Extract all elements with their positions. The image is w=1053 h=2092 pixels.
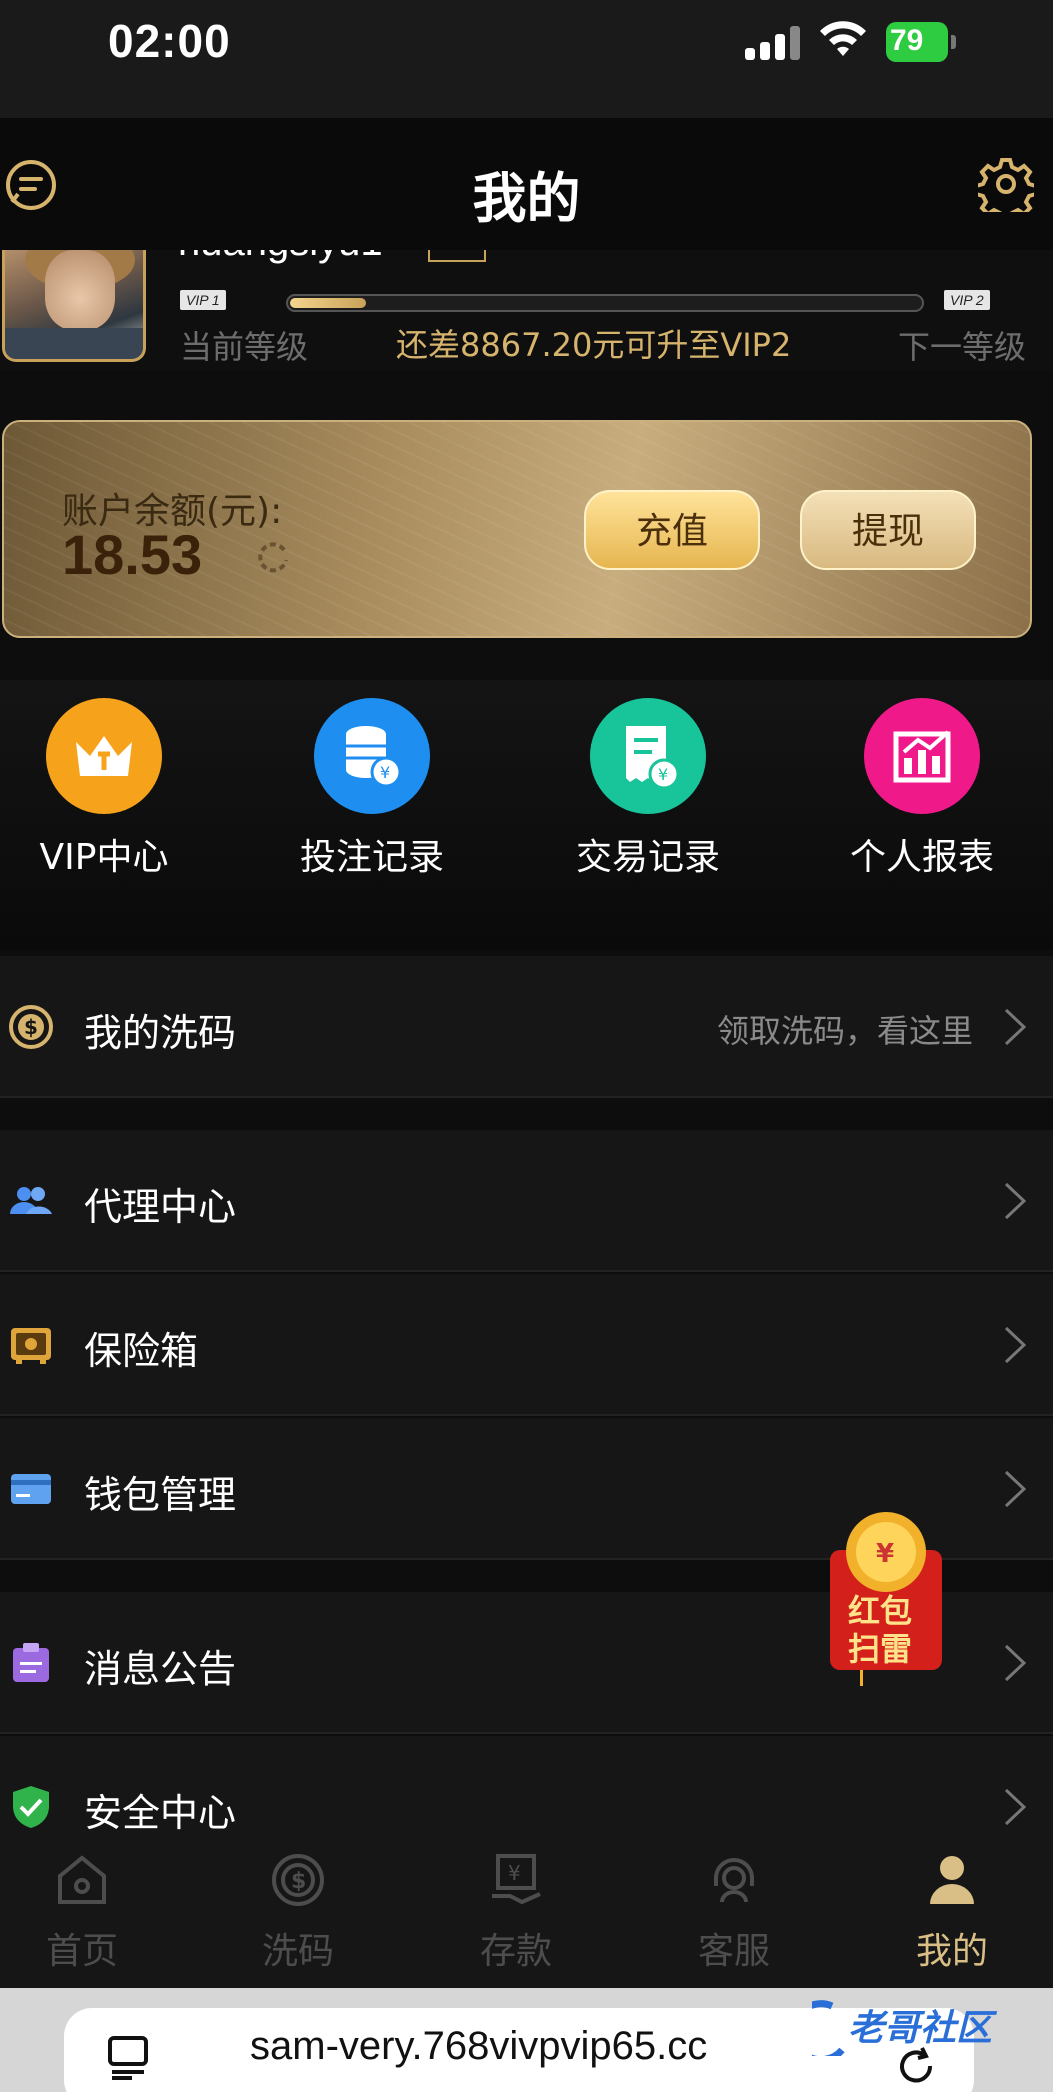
shield-check-icon — [13, 1786, 49, 1828]
next-vip-chip: VIP 2 — [944, 290, 990, 310]
quick-action-label: 投注记录 — [299, 837, 444, 878]
svg-text:$: $ — [24, 1015, 38, 1039]
chevron-right-icon — [1004, 1008, 1027, 1046]
vip-progress-fill — [290, 298, 367, 308]
svg-text:$: $ — [291, 1869, 306, 1894]
chart-icon — [864, 698, 980, 814]
headset-icon — [714, 1858, 754, 1903]
svg-text:¥: ¥ — [658, 765, 668, 784]
tab-label: 首页 — [45, 1931, 118, 1972]
menu-item-hint: 领取洗码，看这里 — [716, 1012, 973, 1050]
bottom-tab-bar: 首页 $ 洗码 ¥ 存款 客服 我的 — [0, 1830, 1053, 1988]
dollar-target-icon: $ — [272, 1854, 324, 1906]
tab-customer-service[interactable]: 客服 — [674, 1852, 794, 1974]
receipt-icon: ¥ — [590, 698, 706, 814]
tab-label: 客服 — [697, 1931, 770, 1972]
clipboard-icon — [13, 1643, 49, 1682]
safe-icon — [11, 1328, 51, 1364]
tab-label: 存款 — [479, 1931, 552, 1972]
chevron-right-icon — [1004, 1788, 1027, 1826]
balance-card: 账户余额(元): 18.53 充值 提现 — [2, 420, 1032, 638]
red-packet-label-top: 红包 — [848, 1592, 912, 1630]
menu-item-agent-center[interactable]: 代理中心 — [0, 1130, 1053, 1272]
menu-item-label: 消息公告 — [84, 1647, 237, 1691]
tab-label: 我的 — [915, 1931, 988, 1972]
menu-item-label: 我的洗码 — [84, 1011, 237, 1055]
menu-item-label: 安全中心 — [84, 1791, 237, 1835]
chevron-right-icon — [1004, 1182, 1027, 1220]
quick-action-label: VIP中心 — [39, 837, 169, 878]
user-icon — [930, 1856, 974, 1904]
next-level-label: 下一等级 — [898, 328, 1027, 366]
tab-mine[interactable]: 我的 — [892, 1852, 1012, 1974]
chevron-right-icon — [1004, 1326, 1027, 1364]
profile-section: huangsiyu1 VIP 1 VIP 2 当前等级 还差8867.20元可升… — [0, 250, 1053, 370]
menu-item-label: 保险箱 — [84, 1329, 199, 1373]
menu-item-label: 代理中心 — [84, 1185, 237, 1229]
menu-item-safe-box[interactable]: 保险箱 — [0, 1274, 1053, 1416]
quick-action-label: 交易记录 — [575, 837, 720, 878]
current-level-label: 当前等级 — [180, 328, 309, 366]
watermark-text: 老哥社区 — [848, 2008, 998, 2049]
quick-action-transaction-records[interactable]: ¥ 交易记录 — [548, 698, 748, 880]
quick-action-personal-report[interactable]: 个人报表 — [822, 698, 1022, 880]
current-vip-chip: VIP 1 — [180, 290, 226, 310]
quick-action-bet-records[interactable]: ¥ 投注记录 — [272, 698, 472, 880]
quick-action-label: 个人报表 — [849, 837, 994, 878]
coins-icon: ¥ — [314, 698, 430, 814]
community-watermark-logo: 老哥社区 — [812, 2000, 998, 2056]
dollar-coin-icon: $ — [9, 1005, 53, 1049]
vip-badge-icon — [428, 250, 486, 262]
red-packet-label-bottom: 扫雷 — [848, 1630, 912, 1668]
home-icon — [58, 1855, 106, 1904]
red-packet-minesweeper-button[interactable]: ¥ 红包 扫雷 — [826, 1510, 946, 1690]
page-menu-icon[interactable] — [108, 2034, 148, 2080]
quick-action-vip-center[interactable]: VIP中心 — [4, 698, 204, 880]
tab-rebate[interactable]: $ 洗码 — [238, 1852, 358, 1974]
status-bar: 02:00 79 — [0, 0, 1053, 118]
deposit-icon: ¥ — [492, 1854, 541, 1905]
recharge-button[interactable]: 充值 — [584, 490, 760, 570]
vip-progress-bar — [286, 294, 924, 312]
username: huangsiyu1 — [178, 250, 383, 265]
cellular-signal-icon — [745, 24, 803, 60]
gear-icon[interactable] — [978, 156, 1034, 212]
status-time: 02:00 — [108, 15, 231, 67]
chevron-right-icon — [1004, 1470, 1027, 1508]
page-title: 我的 — [472, 167, 581, 230]
battery-icon: 79 — [886, 22, 956, 62]
svg-text:¥: ¥ — [380, 763, 390, 782]
quick-actions: VIP中心 ¥ 投注记录 ¥ 交易记录 个人报表 — [0, 680, 1053, 950]
top-navigation-bar: 我的 — [0, 118, 1053, 250]
tab-label: 洗码 — [261, 1931, 334, 1972]
battery-percent: 79 — [890, 24, 924, 57]
tab-home[interactable]: 首页 — [22, 1852, 142, 1974]
chevron-right-icon — [1004, 1644, 1027, 1682]
crown-icon — [46, 698, 162, 814]
refresh-icon[interactable] — [256, 540, 290, 574]
menu-item-rebate[interactable]: $ 我的洗码 领取洗码，看这里 — [0, 956, 1053, 1098]
card-icon — [11, 1474, 51, 1504]
users-icon — [10, 1187, 52, 1214]
menu-item-label: 钱包管理 — [84, 1473, 237, 1517]
withdraw-button[interactable]: 提现 — [800, 490, 976, 570]
avatar[interactable] — [2, 250, 146, 362]
tab-deposit[interactable]: ¥ 存款 — [456, 1852, 576, 1974]
svg-text:¥: ¥ — [508, 1861, 521, 1885]
svg-text:¥: ¥ — [876, 1539, 894, 1569]
upgrade-requirement-text: 还差8867.20元可升至VIP2 — [396, 326, 792, 364]
url-text: sam-very.768vivpvip65.cc — [250, 2024, 708, 2068]
balance-amount: 18.53 — [62, 523, 203, 586]
wifi-icon — [820, 21, 866, 56]
